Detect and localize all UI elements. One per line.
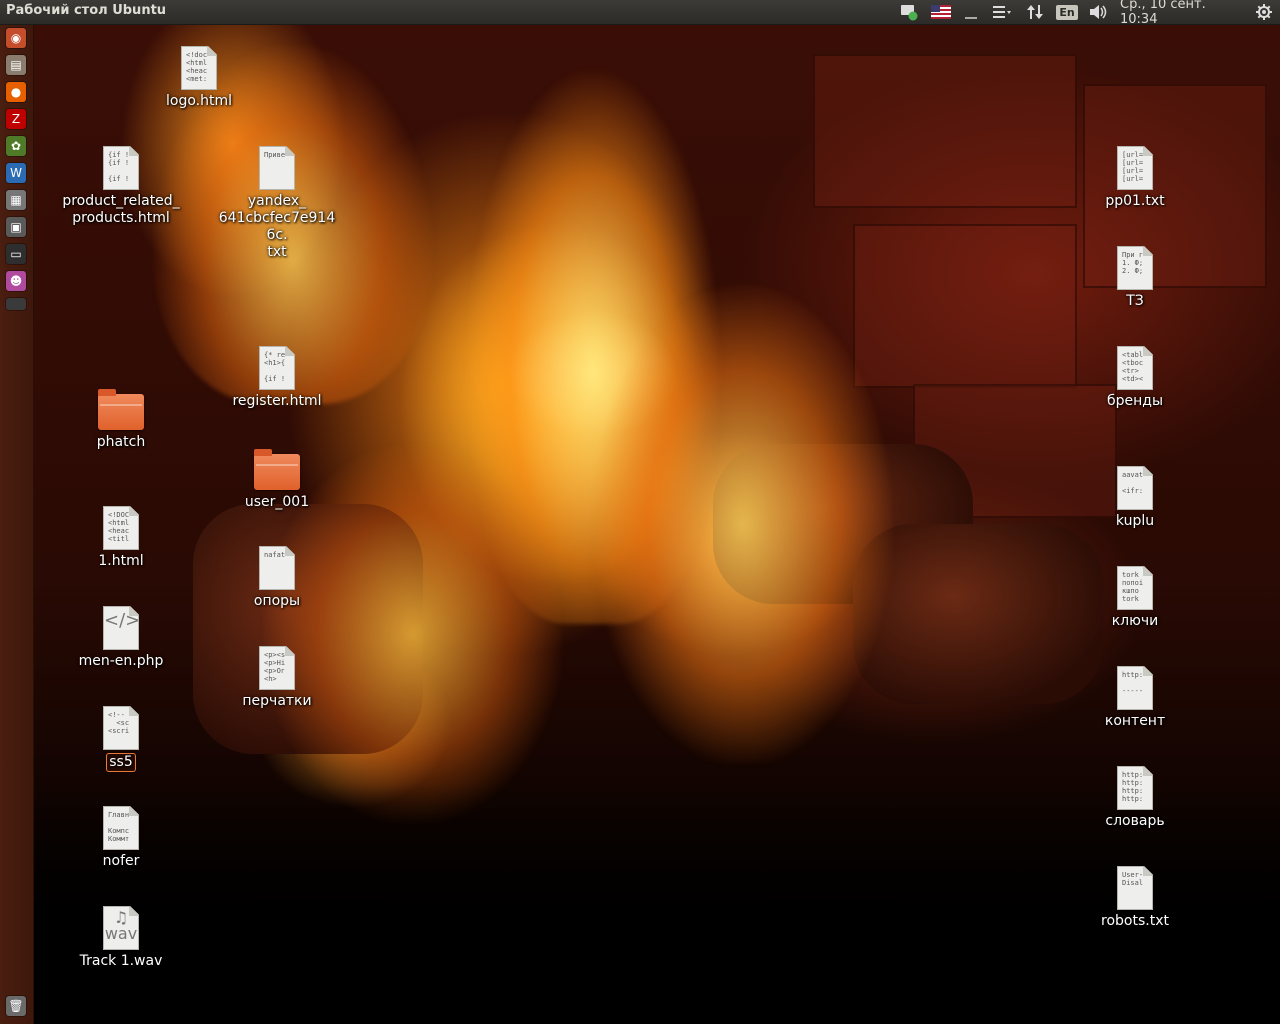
launcher: ◉ ▤ ● Z ✿ W ▦ ▣ ▭ ☻ 🗑	[0, 24, 34, 1024]
us-flag-icon[interactable]	[930, 2, 952, 22]
desktop-icon-label: product_related_ products.html	[62, 193, 180, 226]
html-file-icon: {* re <h1>{ {if !	[259, 346, 295, 390]
text-file-icon: При г 1. Ф; 2. Ф;	[1117, 246, 1153, 290]
terminal-icon[interactable]: ▭	[6, 244, 26, 264]
desktop-file-icon[interactable]: User- Disal robots.txt	[1075, 866, 1195, 930]
desktop-icon-label: ss5	[106, 753, 136, 772]
wallpaper-brick	[813, 54, 1077, 208]
desktop-file-icon[interactable]: При г 1. Ф; 2. Ф; ТЗ	[1075, 246, 1195, 310]
text-file-icon: http: http: http: http:	[1117, 766, 1153, 810]
gear-icon[interactable]	[1254, 2, 1274, 22]
desktop-file-icon[interactable]: [url= [url= [url= [url= pp01.txt	[1075, 146, 1195, 210]
workspace-icon[interactable]	[6, 298, 26, 310]
desktop-file-icon[interactable]: {* re <h1>{ {if ! register.html	[217, 346, 337, 410]
desktop-icon-label: register.html	[232, 393, 322, 409]
desktop-icon-label: ТЗ	[1126, 293, 1144, 309]
text-file-icon: aavat <ifr:	[1117, 466, 1153, 510]
html-file-icon: <!doc <html <heac <met:	[181, 46, 217, 90]
html-file-icon: <!DOC <html <heac <titl	[103, 506, 139, 550]
desktop-file-icon[interactable]: Главн Компс Коммт nofer	[61, 806, 181, 870]
dash-home-icon[interactable]: ◉	[6, 28, 26, 48]
firefox-icon[interactable]: ●	[6, 82, 26, 102]
language-indicator: En	[1056, 4, 1078, 20]
text-file-icon: http: -----	[1117, 666, 1153, 710]
desktop-icon-label: pp01.txt	[1105, 193, 1165, 209]
desktop-icon-label: 1.html	[98, 553, 144, 569]
audio-file-icon: ♫ wav	[103, 906, 139, 950]
desktop-file-icon[interactable]: ♫ wav Track 1.wav	[61, 906, 181, 970]
desktop-icon-label: user_001	[244, 494, 310, 510]
transfer-icon[interactable]	[1024, 2, 1046, 22]
app-icon[interactable]: ☻	[6, 271, 26, 291]
desktop-file-icon[interactable]: nafat опоры	[217, 546, 337, 610]
desktop-icon-label: kuplu	[1115, 513, 1155, 529]
desktop-icon-label: контент	[1104, 713, 1166, 729]
desktop-folder-icon[interactable]: user_001	[217, 449, 337, 511]
text-file-icon: [url= [url= [url= [url=	[1117, 146, 1153, 190]
desktop-icon-label: men-en.php	[78, 653, 164, 669]
folder-icon	[98, 389, 144, 430]
desktop-file-icon[interactable]: http: ----- контент	[1075, 666, 1195, 730]
menu-icon[interactable]	[990, 2, 1014, 22]
desktop-file-icon[interactable]: {if ! {if ! {if ! product_related_ produ…	[61, 146, 181, 227]
wallpaper-flame	[593, 284, 893, 764]
trash-icon[interactable]: 🗑	[6, 996, 26, 1016]
desktop-icon-label: перчатки	[242, 693, 312, 709]
volume-icon[interactable]	[1088, 2, 1110, 22]
network-icon[interactable]	[898, 2, 920, 22]
desktop-folder-icon[interactable]: phatch	[61, 389, 181, 451]
desktop-icon-label: словарь	[1105, 813, 1165, 829]
text-file-icon: nafat	[259, 546, 295, 590]
desktop-file-icon[interactable]: <!doc <html <heac <met: logo.html	[139, 46, 259, 110]
php-file-icon: </>	[103, 606, 139, 650]
text-file-icon: <!-- <sc <scri	[103, 706, 139, 750]
desktop-file-icon[interactable]: <tabl <tboc <tr> <td>< бренды	[1075, 346, 1195, 410]
html-file-icon: {if ! {if ! {if !	[103, 146, 139, 190]
text-file-icon: tork попоі кшпо tork	[1117, 566, 1153, 610]
desktop-icon-label: опоры	[253, 593, 301, 609]
folder-icon	[254, 449, 300, 490]
desktop-file-icon[interactable]: Приве yandex_ 641cbcfec7e9146c. txt	[217, 146, 337, 261]
desktop-icon-label: logo.html	[165, 93, 232, 109]
clock[interactable]: Ср., 10 сент. 10:34	[1120, 0, 1246, 27]
text-file-icon: <p><s <p>Ні <p>Ог <h>	[259, 646, 295, 690]
desktop-icon-label: yandex_ 641cbcfec7e9146c. txt	[218, 193, 336, 260]
desktop-file-icon[interactable]: <!-- <sc <scri ss5	[61, 706, 181, 772]
desktop-icon-label: ключи	[1111, 613, 1159, 629]
file-manager-icon[interactable]: ▤	[6, 55, 26, 75]
desktop-file-icon[interactable]: tork попоі кшпо tork ключи	[1075, 566, 1195, 630]
window-title: Рабочий стол Ubuntu	[6, 3, 167, 18]
desktop-icon-label: robots.txt	[1101, 913, 1169, 929]
desktop-icon-label: Track 1.wav	[79, 953, 163, 969]
calculator-icon[interactable]: ▦	[6, 190, 26, 210]
keyboard-layout-icon[interactable]: En	[1056, 2, 1078, 22]
clock-label: Ср., 10 сент. 10:34	[1120, 0, 1206, 27]
desktop-file-icon[interactable]: aavat <ifr: kuplu	[1075, 466, 1195, 530]
desktop-icon-label: бренды	[1106, 393, 1164, 409]
system-monitor-icon[interactable]: ▣	[6, 217, 26, 237]
wallpaper-brick	[853, 224, 1077, 388]
desktop-file-icon[interactable]: </> men-en.php	[61, 606, 181, 670]
text-file-icon: Приве	[259, 146, 295, 190]
libreoffice-writer-icon[interactable]: W	[6, 163, 26, 183]
text-file-icon: Главн Компс Коммт	[103, 806, 139, 850]
desktop-file-icon[interactable]: <p><s <p>Ні <p>Ог <h> перчатки	[217, 646, 337, 710]
filezilla-icon[interactable]: Z	[6, 109, 26, 129]
desktop-file-icon[interactable]: http: http: http: http: словарь	[1075, 766, 1195, 830]
top-panel: Рабочий стол Ubuntu En Ср., 10 сент. 10:…	[0, 0, 1280, 27]
desktop-icon-label: phatch	[96, 434, 146, 450]
indicator-icon[interactable]	[960, 2, 982, 22]
desktop-file-icon[interactable]: <!DOC <html <heac <titl 1.html	[61, 506, 181, 570]
text-file-icon: User- Disal	[1117, 866, 1153, 910]
gimp-icon[interactable]: ✿	[6, 136, 26, 156]
text-file-icon: <tabl <tboc <tr> <td><	[1117, 346, 1153, 390]
desktop-icon-label: nofer	[102, 853, 140, 869]
